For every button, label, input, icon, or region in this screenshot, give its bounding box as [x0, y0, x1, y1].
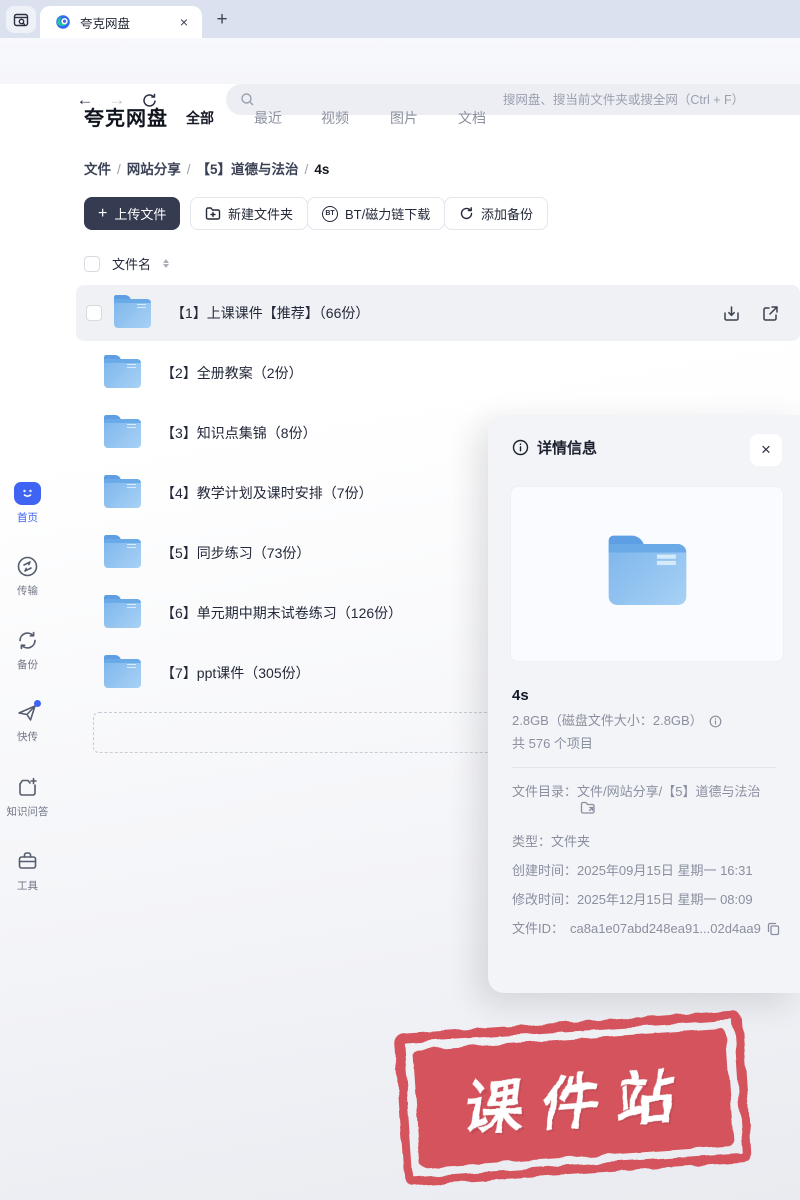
- file-row[interactable]: 【1】上课课件【推荐】（66份）: [76, 285, 800, 341]
- bt-magnet-download-button[interactable]: BT BT/磁力链下载: [307, 197, 446, 230]
- new-tab-button[interactable]: +: [210, 8, 234, 32]
- sidebar-item-home[interactable]: 首页: [0, 482, 55, 525]
- quick-send-icon: [16, 700, 41, 724]
- folder-icon: [104, 534, 141, 568]
- folder-icon: [104, 474, 141, 508]
- select-all-checkbox[interactable]: [84, 255, 100, 272]
- tab-recent[interactable]: 最近: [254, 108, 282, 128]
- new-folder-button[interactable]: 新建文件夹: [190, 197, 309, 230]
- info-icon: [512, 439, 529, 456]
- folder-name[interactable]: 【1】上课课件【推荐】（66份）: [171, 303, 722, 323]
- details-title: 详情信息: [537, 440, 598, 457]
- list-header: 文件名: [84, 254, 170, 273]
- breadcrumb-item[interactable]: 网站分享: [127, 162, 181, 177]
- tab-image[interactable]: 图片: [390, 108, 418, 128]
- folder-icon: [104, 594, 141, 628]
- detail-directory-path[interactable]: 文件/网站分享/【5】道德与法治: [577, 784, 760, 799]
- filename-column-header[interactable]: 文件名: [112, 254, 151, 273]
- sidebar-item-quick-send[interactable]: 快传: [0, 700, 55, 744]
- breadcrumb-current: 4s: [314, 162, 330, 177]
- detail-folder-name: 4s: [512, 687, 529, 704]
- sort-icon[interactable]: [163, 259, 170, 268]
- detail-created-time: 创建时间：2025年09月15日 星期一 16:31: [512, 863, 753, 878]
- sidebar-item-label: 知识问答: [6, 806, 49, 818]
- plus-icon: +: [98, 204, 108, 222]
- folder-plus-icon: [205, 207, 221, 220]
- knowledge-qa-icon: [16, 776, 39, 799]
- tab-video[interactable]: 视频: [321, 108, 349, 128]
- quark-drive-page: 夸克网盘 × + ← → 首页: [0, 0, 800, 1200]
- folder-icon: [104, 354, 141, 388]
- goto-folder-icon[interactable]: [580, 801, 596, 815]
- row-checkbox[interactable]: [86, 305, 102, 321]
- watermark-stamp: 课件站: [394, 1010, 752, 1186]
- file-row[interactable]: 【2】全册教案（2份）: [76, 345, 800, 401]
- browser-tab-quark[interactable]: 夸克网盘 ×: [40, 6, 202, 38]
- details-panel-header: 详情信息: [512, 437, 597, 458]
- sidebar-item-label: 工具: [17, 880, 38, 892]
- info-icon[interactable]: [709, 715, 722, 728]
- detail-type: 类型：文件夹: [512, 834, 591, 849]
- detail-modified-time: 修改时间：2025年12月15日 星期一 08:09: [512, 892, 753, 907]
- sidebar-item-label: 备份: [17, 659, 38, 671]
- add-backup-button[interactable]: 添加备份: [444, 197, 549, 230]
- sidebar: 首页 传输 备份 快传 知识问答 工具: [0, 84, 55, 1200]
- folder-icon: [114, 294, 151, 328]
- sync-icon: [460, 207, 473, 220]
- download-icon[interactable]: [722, 304, 741, 323]
- tab-search-icon[interactable]: [6, 6, 36, 33]
- search-icon: [241, 93, 254, 106]
- sidebar-item-label: 快传: [17, 731, 38, 743]
- folder-icon: [104, 414, 141, 448]
- tab-document[interactable]: 文档: [458, 108, 486, 128]
- detail-size: 2.8GB（磁盘文件大小：2.8GB）: [512, 712, 780, 730]
- notification-dot: [34, 700, 41, 707]
- backup-icon: [16, 629, 39, 652]
- sidebar-item-knowledge-qa[interactable]: 知识问答: [0, 776, 55, 819]
- search-input[interactable]: [255, 92, 800, 107]
- quark-logo-icon: [56, 15, 70, 29]
- folder-icon: [104, 654, 141, 688]
- upload-file-button[interactable]: + 上传文件: [84, 197, 181, 230]
- sidebar-item-label: 首页: [17, 512, 38, 524]
- sidebar-item-backup[interactable]: 备份: [0, 629, 55, 672]
- bt-icon: BT: [322, 205, 338, 222]
- folder-preview-card: [510, 486, 784, 662]
- home-icon: [14, 482, 41, 505]
- breadcrumb: 文件 / 网站分享 / 【5】道德与法治/4s: [84, 162, 330, 177]
- tab-close-icon[interactable]: ×: [176, 13, 192, 31]
- open-external-icon[interactable]: [761, 304, 780, 323]
- breadcrumb-item[interactable]: 【5】道德与法治: [197, 162, 299, 177]
- transfer-icon: [16, 555, 39, 578]
- detail-item-count: 共 576 个项目: [512, 736, 593, 751]
- tab-all[interactable]: 全部: [186, 108, 214, 128]
- copy-icon[interactable]: [767, 922, 780, 936]
- sidebar-item-label: 传输: [17, 585, 38, 597]
- sidebar-item-transfer[interactable]: 传输: [0, 555, 55, 598]
- details-panel: 详情信息 × 4s 2.8GB（磁盘文件大小：2.8GB） 共 576 个项目 …: [488, 415, 800, 993]
- divider: [512, 767, 776, 768]
- search-bar[interactable]: [226, 84, 800, 115]
- browser-tabstrip: 夸克网盘 × +: [0, 0, 800, 38]
- detail-file-id: 文件ID： ca8a1e07abd248ea91...02d4aa9: [512, 920, 780, 938]
- browser-navbar: ← →: [0, 38, 800, 115]
- tools-icon: [16, 850, 39, 873]
- tab-title: 夸克网盘: [80, 16, 131, 31]
- detail-directory: 文件目录：文件/网站分享/【5】道德与法治: [512, 783, 780, 815]
- sidebar-item-tools[interactable]: 工具: [0, 850, 55, 893]
- breadcrumb-item[interactable]: 文件: [84, 162, 111, 177]
- folder-name[interactable]: 【2】全册教案（2份）: [161, 363, 800, 383]
- brand-title: 夸克网盘: [84, 108, 168, 130]
- folder-icon: [608, 535, 686, 605]
- close-icon[interactable]: ×: [750, 434, 782, 466]
- stamp-text: 课件站: [460, 1062, 698, 1144]
